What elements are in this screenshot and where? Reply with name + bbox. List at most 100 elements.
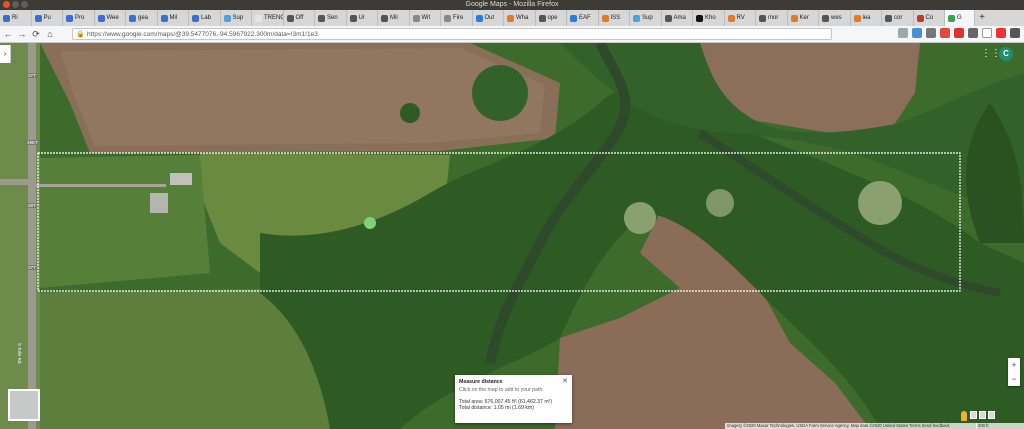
browser-tab[interactable]: Ama (662, 10, 693, 26)
favicon-icon (255, 14, 262, 22)
menu-icon[interactable] (1010, 28, 1020, 38)
favicon-icon (507, 14, 514, 22)
tab-label: Ri (12, 15, 18, 21)
tab-label: Mil (390, 15, 398, 21)
browser-tab[interactable]: ISS (599, 10, 630, 26)
extension-icon[interactable] (940, 28, 950, 38)
zoom-out-button[interactable]: − (1008, 372, 1020, 386)
home-icon[interactable]: ⌂ (44, 28, 56, 40)
browser-tab[interactable]: Ker (788, 10, 819, 26)
close-icon[interactable]: ✕ (562, 377, 568, 385)
tab-label: wes (831, 15, 842, 21)
extension-icon[interactable] (996, 28, 1006, 38)
url-text: https://www.google.com/maps/@39.5477076,… (87, 31, 318, 38)
map-attribution: Imagery ©2020 Maxar Technologies, USDA F… (725, 423, 977, 429)
browser-tab[interactable]: Ri (0, 10, 32, 26)
reload-icon[interactable]: ⟳ (30, 28, 42, 40)
browser-tab[interactable]: mor (756, 10, 788, 26)
pegman-icon[interactable] (961, 411, 967, 421)
browser-tab[interactable]: Out (473, 10, 504, 26)
collapse-side-panel-button[interactable]: › (0, 45, 11, 63)
tab-label: Co (925, 15, 934, 21)
back-icon[interactable]: ← (2, 28, 14, 40)
browser-tab[interactable]: RV (725, 10, 756, 26)
favicon-icon (633, 14, 640, 22)
browser-tab[interactable]: EAF (567, 10, 599, 26)
tab-label: Off (295, 15, 304, 21)
apps-grid-icon[interactable]: ⋮⋮ (981, 48, 1001, 60)
map-tile-icon[interactable] (988, 411, 995, 419)
maximize-window-button[interactable] (21, 1, 28, 8)
browser-tab[interactable]: Fire (441, 10, 473, 26)
window-controls[interactable] (3, 1, 28, 8)
browser-tab[interactable]: cor (882, 10, 914, 26)
extension-icon[interactable] (912, 28, 922, 38)
browser-tab[interactable]: Wha (504, 10, 536, 26)
favicon-icon (853, 14, 861, 22)
browser-tab[interactable]: Sup (221, 10, 252, 26)
tab-label: ISS (610, 15, 621, 21)
zoom-control[interactable]: + − (1008, 358, 1020, 386)
browser-tab[interactable]: Lab (189, 10, 221, 26)
new-tab-button[interactable]: + (975, 10, 989, 26)
tab-label: Wha (516, 15, 529, 21)
browser-tab[interactable]: Pu (32, 10, 63, 26)
favicon-icon (129, 14, 136, 22)
browser-tab[interactable]: Mil (378, 10, 410, 26)
road-label: 29T (27, 203, 37, 208)
browser-tab[interactable]: lea (851, 10, 882, 26)
extension-icon[interactable] (982, 28, 992, 38)
window-titlebar: Google Maps - Mozilla Firefox (0, 0, 1024, 10)
tab-label: Pu (43, 15, 51, 21)
favicon-icon (97, 14, 105, 22)
favicon-icon (790, 14, 798, 22)
browser-tab[interactable]: Kho (693, 10, 725, 26)
zoom-in-button[interactable]: + (1008, 358, 1020, 372)
favicon-icon (664, 14, 672, 22)
browser-tab[interactable]: TRENCH (252, 10, 284, 26)
satellite-imagery (0, 43, 1024, 429)
tab-label: cor (894, 15, 903, 21)
browser-tab[interactable]: Off (284, 10, 315, 26)
browser-tab[interactable]: gea (126, 10, 158, 26)
close-window-button[interactable] (3, 1, 10, 8)
road-label: S Tolle Rd (17, 343, 22, 364)
extension-icon[interactable] (898, 28, 908, 38)
map-tile-icon[interactable] (970, 411, 977, 419)
favicon-icon (696, 14, 703, 22)
forward-icon[interactable]: → (16, 28, 28, 40)
browser-tab[interactable]: wes (819, 10, 851, 26)
layers-toggle-button[interactable] (8, 389, 40, 421)
extension-icon[interactable] (954, 28, 964, 38)
satellite-map[interactable]: 27T 19ET 29T 27T S Tolle Rd (0, 43, 1024, 429)
browser-tab[interactable]: Wee (95, 10, 126, 26)
tab-label: Pro (75, 15, 85, 21)
map-scale: 200 ft (976, 423, 1024, 429)
address-bar[interactable]: 🔒 https://www.google.com/maps/@39.547707… (72, 28, 832, 40)
favicon-icon (160, 14, 168, 22)
favicon-icon (412, 14, 420, 22)
tab-label: Sup (642, 15, 653, 21)
browser-tab[interactable]: ope (536, 10, 567, 26)
browser-tab[interactable]: Ur (347, 10, 378, 26)
browser-tab[interactable]: Wit (410, 10, 441, 26)
favicon-icon (318, 14, 325, 22)
favicon-icon (538, 14, 546, 22)
avatar[interactable]: C (999, 47, 1013, 61)
extension-icon[interactable] (926, 28, 936, 38)
browser-tab[interactable]: G (945, 10, 975, 26)
road-label: 19ET (26, 140, 39, 145)
favicon-icon (570, 14, 577, 22)
tab-label: Out (484, 15, 495, 21)
browser-tab[interactable]: Co (914, 10, 945, 26)
favicon-icon (223, 14, 231, 22)
browser-tab[interactable]: Mil (158, 10, 189, 26)
minimize-window-button[interactable] (12, 1, 19, 8)
map-tile-icon[interactable] (979, 411, 986, 419)
tab-label: Sup (232, 15, 244, 21)
browser-tab[interactable]: Pro (63, 10, 95, 26)
browser-tab[interactable]: Sen (315, 10, 347, 26)
browser-tab[interactable]: Sup (630, 10, 662, 26)
extension-icon[interactable] (968, 28, 978, 38)
favicon-icon (66, 14, 73, 22)
